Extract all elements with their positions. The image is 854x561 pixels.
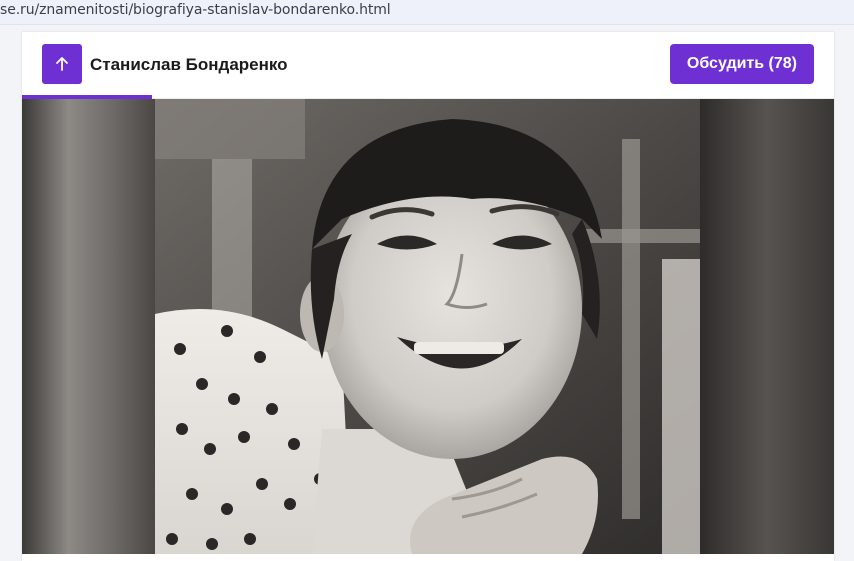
portrait-image <box>22 99 834 554</box>
discuss-button[interactable]: Обсудить (78) <box>669 44 814 84</box>
scroll-to-top-button[interactable] <box>42 44 82 84</box>
article-card: Станислав Бондаренко Обсудить (78) <box>22 32 834 561</box>
article-photo <box>22 99 834 554</box>
page-title: Станислав Бондаренко <box>90 55 288 74</box>
arrow-up-icon <box>56 57 68 71</box>
browser-address-bar[interactable]: se.ru/znamenitosti/biografiya-stanislav-… <box>0 0 854 25</box>
sticky-header: Станислав Бондаренко Обсудить (78) <box>22 32 834 99</box>
url-text[interactable]: se.ru/znamenitosti/biografiya-stanislav-… <box>0 2 391 18</box>
